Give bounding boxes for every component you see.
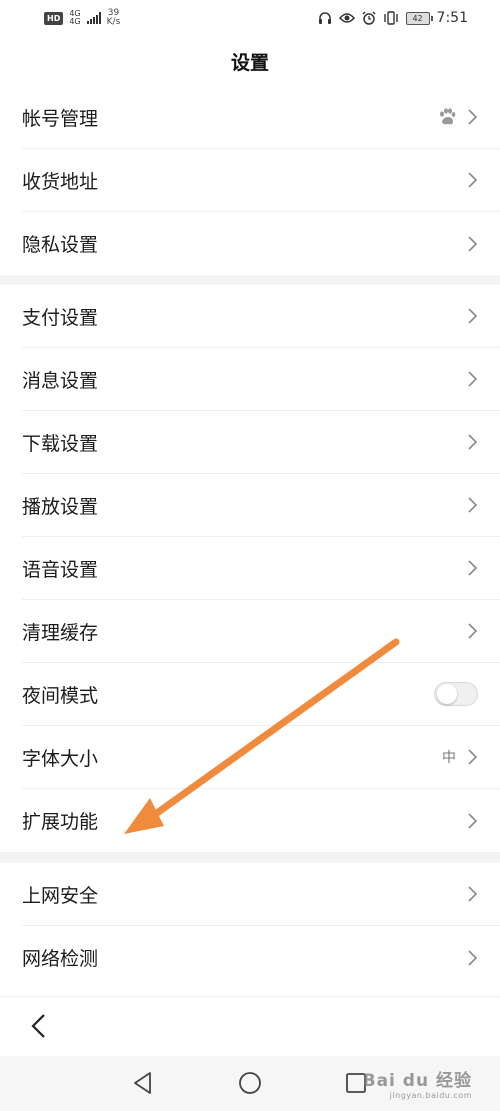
settings-item-label: 字体大小 bbox=[22, 747, 99, 770]
row-trailing bbox=[466, 370, 478, 388]
nav-back-triangle-icon[interactable] bbox=[130, 1070, 156, 1096]
chevron-right-icon bbox=[468, 812, 478, 829]
chevron-right-icon bbox=[468, 560, 478, 576]
clock: 7:51 bbox=[436, 10, 468, 26]
settings-item-label: 下载设置 bbox=[22, 432, 99, 455]
row-trailing bbox=[466, 559, 478, 577]
section-divider bbox=[0, 275, 500, 285]
status-right: 42 7:51 bbox=[318, 10, 500, 26]
row-trailing bbox=[466, 622, 478, 640]
row-trailing bbox=[466, 307, 478, 325]
baidu-paw-icon bbox=[440, 108, 456, 125]
vibrate-icon bbox=[383, 11, 398, 25]
chevron-right-icon bbox=[468, 172, 478, 188]
row-trailing bbox=[434, 682, 478, 706]
chevron-right-icon bbox=[468, 235, 478, 252]
chevron-right-icon bbox=[468, 949, 478, 966]
font-size-value: 中 bbox=[442, 750, 456, 766]
network-type: 4G 4G bbox=[69, 10, 80, 26]
night-mode-toggle[interactable] bbox=[434, 682, 478, 706]
chevron-right-icon bbox=[468, 109, 478, 125]
settings-item-network-check[interactable]: 网络检测 bbox=[22, 926, 500, 989]
nav-header: 设置 bbox=[0, 36, 500, 86]
settings-item-font-size[interactable]: 字体大小 中 bbox=[22, 726, 500, 789]
settings-item-label: 上网安全 bbox=[22, 884, 99, 907]
row-trailing bbox=[466, 433, 478, 451]
settings-item-label: 收货地址 bbox=[22, 170, 99, 193]
row-trailing bbox=[466, 235, 478, 253]
headphones-icon bbox=[318, 12, 331, 24]
chevron-right-icon bbox=[468, 749, 478, 765]
row-trailing bbox=[438, 108, 478, 126]
section-divider bbox=[0, 852, 500, 863]
settings-item-account[interactable]: 帐号管理 bbox=[22, 86, 500, 149]
settings-item-label: 扩展功能 bbox=[22, 811, 99, 833]
toggle-knob bbox=[437, 684, 457, 704]
nav-home-circle-icon[interactable] bbox=[237, 1070, 263, 1096]
watermark-main: Bai du 经验 bbox=[362, 1071, 472, 1091]
watermark-sub: jingyan.baidu.com bbox=[389, 1091, 472, 1100]
row-trailing bbox=[466, 949, 478, 967]
settings-item-web-security[interactable]: 上网安全 bbox=[22, 863, 500, 926]
row-trailing bbox=[466, 885, 478, 903]
row-trailing: 中 bbox=[442, 747, 478, 767]
settings-item-clear-cache[interactable]: 清理缓存 bbox=[22, 600, 500, 663]
row-trailing bbox=[466, 496, 478, 514]
page-title: 设置 bbox=[230, 51, 269, 74]
baidu-jingyan-watermark: Bai du 经验 jingyan.baidu.com bbox=[363, 1066, 472, 1100]
settings-item-notifications[interactable]: 消息设置 bbox=[22, 348, 500, 411]
settings-item-label: 消息设置 bbox=[22, 369, 99, 392]
chevron-right-icon bbox=[468, 308, 478, 324]
network-type-bottom: 4G bbox=[69, 17, 81, 26]
eye-icon bbox=[338, 13, 355, 23]
settings-item-label: 语音设置 bbox=[22, 558, 99, 581]
chevron-right-icon bbox=[468, 886, 478, 902]
status-left: HD 4G 4G 39 K/s bbox=[0, 9, 120, 27]
settings-item-label: 网络检测 bbox=[22, 948, 99, 970]
settings-item-label: 支付设置 bbox=[22, 306, 99, 329]
settings-item-voice[interactable]: 语音设置 bbox=[22, 537, 500, 600]
row-trailing bbox=[466, 171, 478, 189]
settings-item-privacy[interactable]: 隐私设置 bbox=[22, 212, 500, 275]
settings-item-label: 清理缓存 bbox=[22, 621, 99, 644]
status-bar: HD 4G 4G 39 K/s 42 7:51 bbox=[0, 0, 500, 36]
bottom-toolbar bbox=[0, 996, 500, 1057]
chevron-right-icon bbox=[468, 623, 478, 639]
alarm-icon bbox=[362, 11, 376, 25]
settings-item-extensions[interactable]: 扩展功能 bbox=[22, 789, 500, 852]
chevron-right-icon bbox=[468, 434, 478, 450]
settings-item-download[interactable]: 下载设置 bbox=[22, 411, 500, 474]
settings-item-payment[interactable]: 支付设置 bbox=[22, 285, 500, 348]
network-speed-unit: K/s bbox=[106, 17, 121, 27]
settings-item-label: 隐私设置 bbox=[22, 234, 99, 256]
settings-item-playback[interactable]: 播放设置 bbox=[22, 474, 500, 537]
hd-badge: HD bbox=[44, 11, 64, 25]
network-speed: 39 K/s bbox=[107, 9, 121, 27]
settings-item-night-mode: 夜间模式 bbox=[22, 663, 500, 726]
signal-icon bbox=[86, 12, 101, 24]
chevron-right-icon bbox=[468, 371, 478, 387]
settings-item-label: 帐号管理 bbox=[22, 107, 99, 130]
settings-item-label: 夜间模式 bbox=[22, 684, 99, 707]
back-arrow-icon[interactable] bbox=[28, 1013, 50, 1039]
chevron-right-icon bbox=[468, 497, 478, 513]
settings-item-address[interactable]: 收货地址 bbox=[22, 149, 500, 212]
settings-list: 帐号管理 收货地址 隐私设置 支付设置 消息设置 下载设置 播放设置 语音设置 … bbox=[0, 86, 500, 989]
settings-item-label: 播放设置 bbox=[22, 495, 99, 518]
row-trailing bbox=[466, 812, 478, 830]
battery-icon: 42 bbox=[405, 11, 433, 25]
